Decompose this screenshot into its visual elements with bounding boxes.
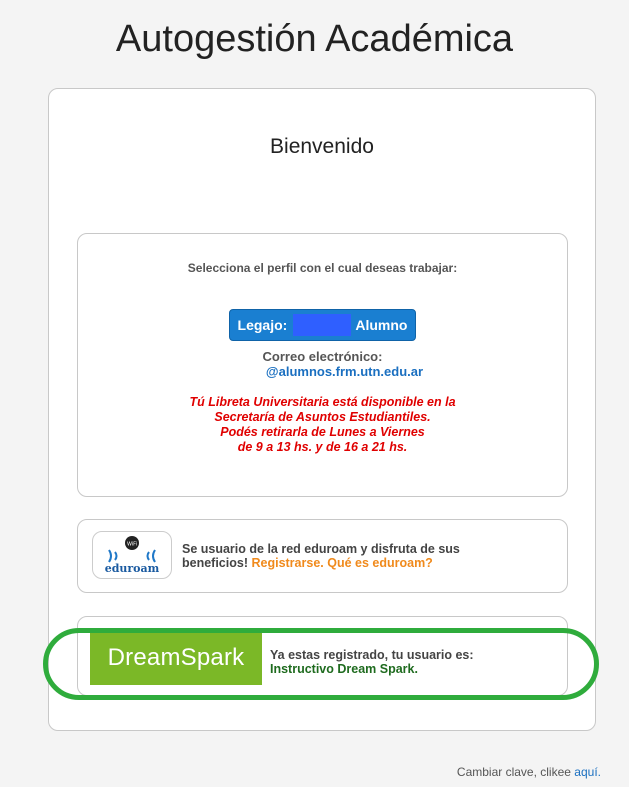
- register-link[interactable]: Registrarse.: [251, 556, 323, 570]
- svg-text:WiFi: WiFi: [127, 542, 137, 548]
- notice-line: de 9 a 13 hs. y de 16 a 21 hs.: [237, 440, 408, 454]
- libreta-notice: Tú Libreta Universitaria está disponible…: [78, 395, 567, 455]
- dreamspark-instructive-link[interactable]: Instructivo Dream Spark.: [270, 662, 474, 676]
- wifi-icon: WiFi eduroam: [105, 536, 160, 575]
- profile-card: Selecciona el perfil con el cual deseas …: [77, 233, 568, 497]
- notice-line: Tú Libreta Universitaria está disponible…: [189, 395, 456, 409]
- eduroam-line1: Se usuario de la red eduroam y disfruta …: [182, 542, 460, 556]
- welcome-heading: Bienvenido: [270, 135, 374, 158]
- select-profile-text: Selecciona el perfil con el cual deseas …: [187, 261, 458, 275]
- change-password-link[interactable]: aquí.: [574, 765, 601, 779]
- eduroam-logo[interactable]: WiFi eduroam: [92, 531, 172, 579]
- notice-line: Podés retirarla de Lunes a Viernes: [220, 425, 425, 439]
- dreamspark-registered-text: Ya estas registrado, tu usuario es:: [270, 648, 474, 662]
- change-password-footer: Cambiar clave, clikee aquí.: [457, 765, 601, 779]
- legajo-alumno-button[interactable]: Legajo: Alumno: [228, 309, 417, 341]
- dreamspark-text: Ya estas registrado, tu usuario es: Inst…: [270, 648, 474, 676]
- eduroam-line2: beneficios!: [182, 556, 248, 570]
- dreamspark-logo[interactable]: DreamSpark: [90, 630, 262, 685]
- email-label: Correo electrónico:: [262, 349, 383, 364]
- page-title: Autogestión Académica: [115, 18, 514, 60]
- legajo-label: Legajo:: [237, 317, 288, 333]
- email-value: @alumnos.frm.utn.edu.ar: [265, 364, 424, 379]
- eduroam-text: Se usuario de la red eduroam y disfruta …: [182, 542, 460, 570]
- what-is-eduroam-link[interactable]: Qué es eduroam?: [327, 556, 433, 570]
- eduroam-card: WiFi eduroam Se usuario de la red eduroa…: [77, 519, 568, 593]
- footer-text: Cambiar clave, clikee: [456, 765, 571, 779]
- main-panel: Bienvenido Selecciona el perfil con el c…: [48, 88, 596, 731]
- eduroam-logo-text: eduroam: [105, 562, 160, 575]
- notice-line: Secretaría de Asuntos Estudiantiles.: [214, 410, 431, 424]
- legajo-number-redacted: [293, 314, 352, 336]
- role-label: Alumno: [355, 317, 408, 333]
- dreamspark-card: DreamSpark Ya estas registrado, tu usuar…: [77, 616, 568, 696]
